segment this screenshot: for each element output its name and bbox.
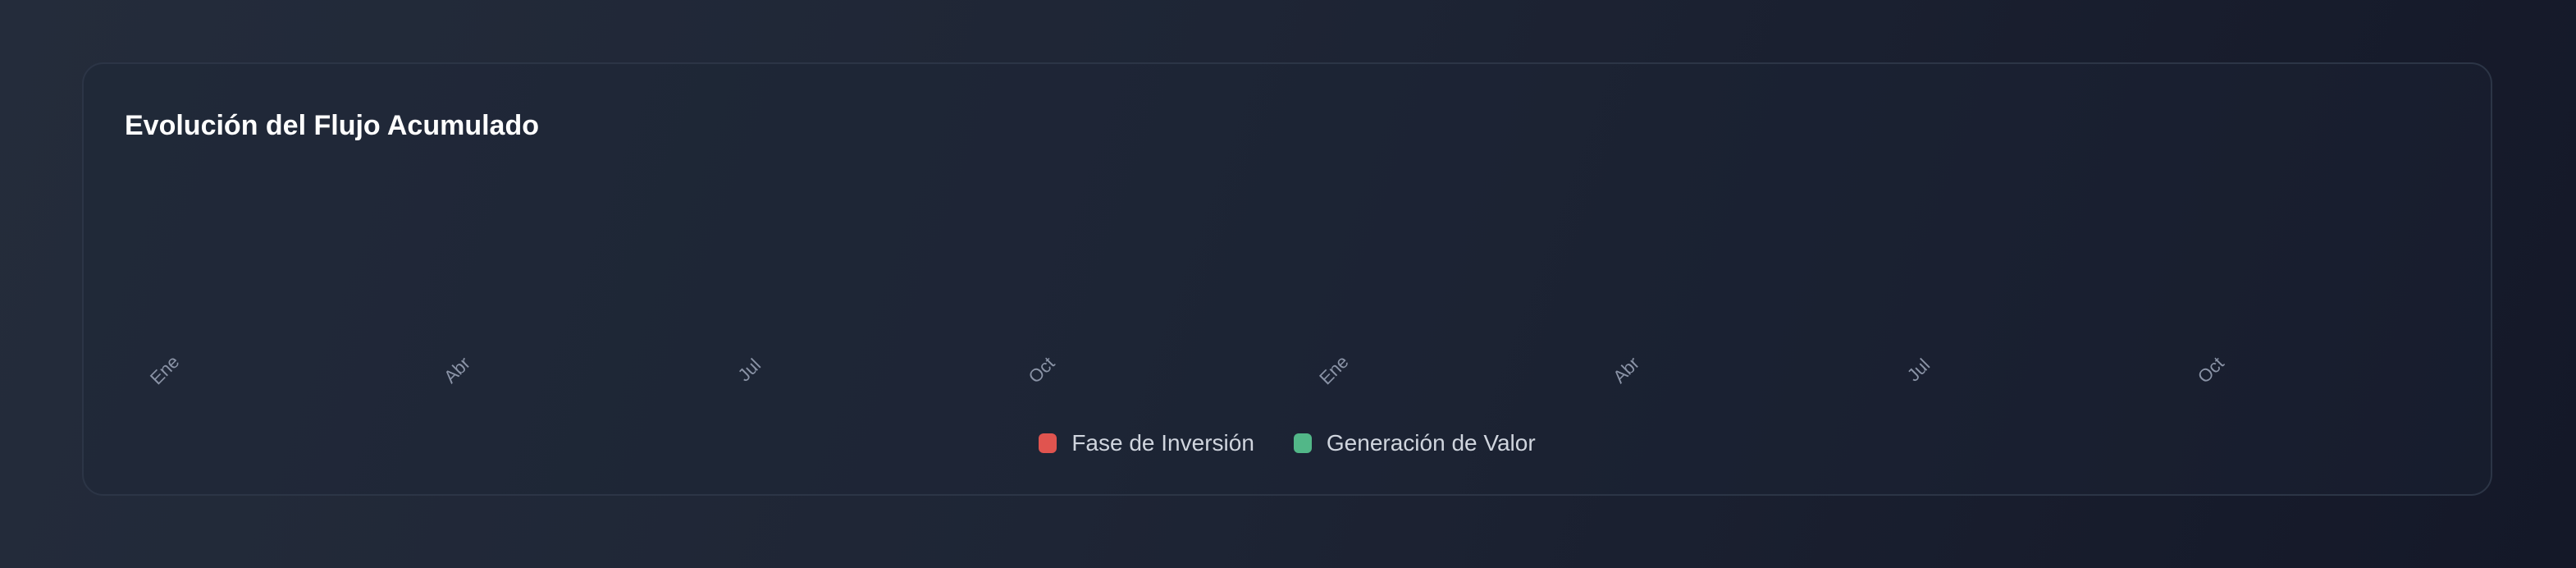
- legend-item-inversion[interactable]: Fase de Inversión: [1039, 430, 1254, 456]
- x-tick-label: Ene: [1315, 351, 1352, 388]
- chart-card: Evolución del Flujo Acumulado Ene Abr Jul O…: [82, 62, 2492, 496]
- chart-legend: Fase de Inversión Generación de Valor: [84, 430, 2491, 456]
- x-tick-label: Jul: [1903, 355, 1934, 386]
- legend-item-generacion[interactable]: Generación de Valor: [1293, 430, 1536, 456]
- legend-label: Generación de Valor: [1326, 430, 1536, 456]
- x-tick-label: Abr: [1609, 353, 1643, 387]
- x-tick-label: Oct: [2194, 353, 2228, 387]
- x-tick-label: Abr: [440, 353, 474, 387]
- legend-label: Fase de Inversión: [1071, 430, 1254, 456]
- legend-swatch-red: [1039, 433, 1057, 453]
- x-tick-label: Jul: [734, 355, 765, 386]
- x-tick-label: Ene: [146, 351, 183, 388]
- legend-swatch-green: [1293, 433, 1312, 453]
- x-tick-label: Oct: [1025, 353, 1059, 387]
